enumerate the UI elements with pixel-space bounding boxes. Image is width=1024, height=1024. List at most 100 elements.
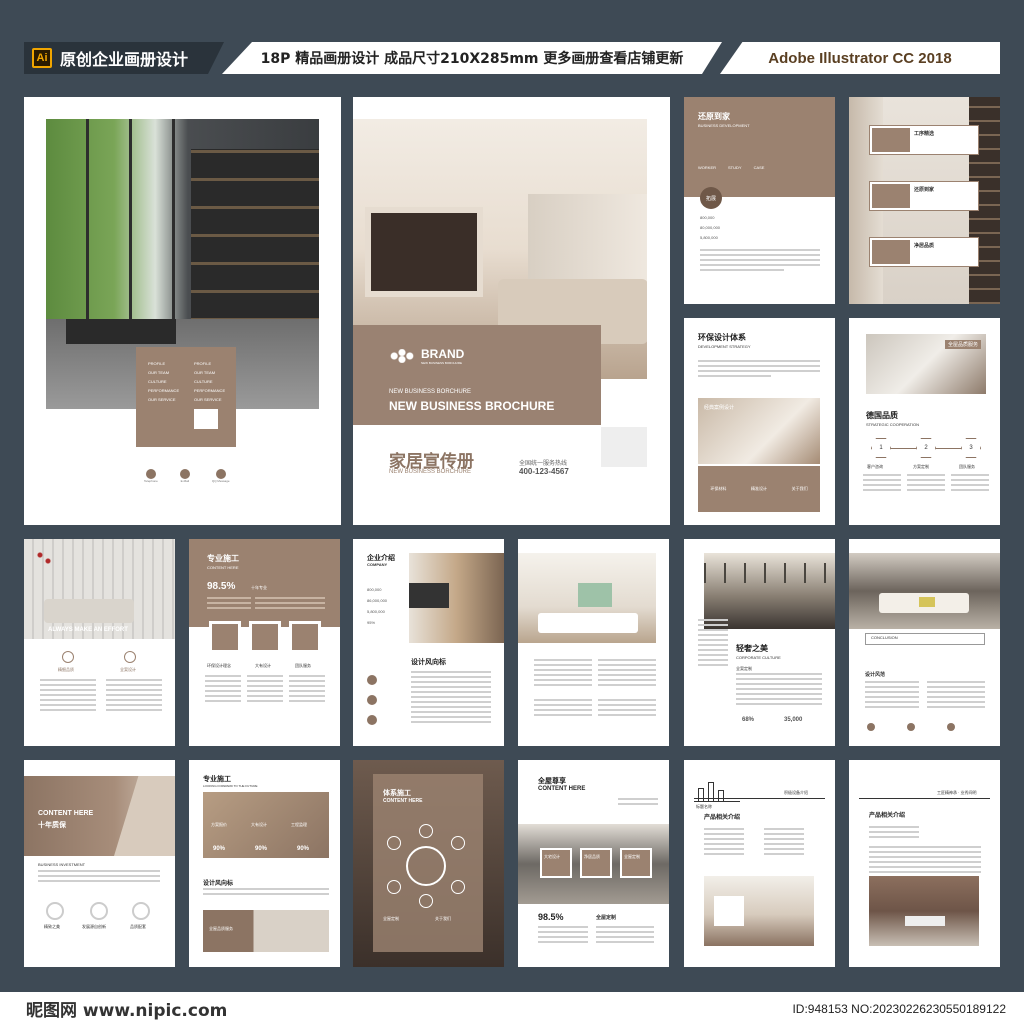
p14-section: 设计风向标: [203, 881, 234, 887]
p3-badge: 拓展: [700, 187, 722, 209]
brand-name: BRAND: [421, 347, 465, 361]
p17-spec-b: [764, 828, 804, 858]
step-3: 3: [961, 438, 981, 458]
p14-icon-2: 工程监理: [291, 822, 307, 827]
hotline-label: 全国统一服务热线: [519, 461, 568, 467]
contact-label-2: QQ Message: [211, 479, 230, 483]
p10-lines-c: [534, 699, 592, 719]
p8-pct-label: 十年专业: [251, 585, 267, 590]
p16-lines-b: [596, 926, 654, 946]
p9-dot-1: [367, 695, 377, 705]
p13-label-2: 品质配套: [130, 924, 146, 929]
menu-left-3: PERFORMANCE: [148, 388, 180, 393]
brand-lockup: BRAND NEW BUSINESS BORCHURE: [389, 347, 464, 365]
contact-label-0: Telephone: [144, 479, 158, 483]
menu-left-1: OUR TEAM: [148, 370, 170, 375]
p15-node-3: [419, 894, 433, 908]
p12-label: 设计风范: [865, 672, 886, 678]
page-8: 专业施工 CONTENT HERE 98.5% 十年专业 环保设计理念 大有设计…: [189, 539, 340, 746]
page-18: 工匠精神承 · 业秀间明 产品相关介绍: [849, 760, 1000, 967]
p14-icon-1: 大有设计: [251, 822, 267, 827]
p10-lines-a: [534, 659, 592, 689]
page-9: 企业介绍 COMPANY 800,000 86,000,000 5,800,00…: [353, 539, 504, 746]
p13-icon-1: [90, 902, 108, 920]
p14-sub: LOOKING FORWARD TO THE FUTURE: [203, 784, 258, 788]
p3-title: 还原到家: [698, 112, 730, 121]
header-title-segment: Ai 原创企业画册设计: [24, 42, 224, 74]
p3-tab-0: WORKER: [698, 165, 716, 170]
p3-stats: 800,000 80,000,000 5,800,000: [700, 215, 720, 240]
brand-tagline: NEW BUSINESS BORCHURE: [421, 361, 463, 365]
p5-icon-0: 环保材料: [710, 486, 727, 491]
p17-brand: 标题名称: [696, 804, 712, 809]
p16-sub: CONTENT HERE: [538, 786, 586, 792]
p8-pct: 98.5%: [207, 581, 236, 592]
p14-title: 专业施工: [203, 776, 231, 783]
page-15: 体系施工 CONTENT HERE 全屋定制 关于我们: [353, 760, 504, 967]
p18-lines-b: [869, 846, 981, 876]
contact-row: Telephone E-Mail QQ Message: [144, 469, 230, 483]
menu-right-3: PERFORMANCE: [194, 388, 226, 393]
p8-lines-a: [207, 597, 251, 612]
p18-right: 工匠精神承 · 业秀间明: [937, 790, 977, 795]
p9-dot-0: [367, 675, 377, 685]
p16-top-lines: [618, 798, 658, 808]
page-10: [518, 539, 669, 746]
p4-item-2: 净居品质: [869, 237, 979, 267]
p15-hub: [406, 846, 446, 886]
p9-num-2: 5,800,000: [367, 609, 385, 614]
menu-right-1: OUR TEAM: [194, 370, 216, 375]
p13-label-0: 精致之美: [44, 924, 60, 929]
p16-pct: 98.5%: [538, 912, 564, 922]
p16-box-2: 全屋定制: [620, 848, 652, 878]
page-13: CONTENT HERE 十年质保 BUSINESS INVESTMENT 精致…: [24, 760, 175, 967]
p6-sub: STRATEGIC COOPERATION: [866, 422, 919, 427]
menu-left-4: OUR SERVICE: [148, 397, 176, 402]
header-bar: Ai 原创企业画册设计 18P 精品画册设计 成品尺寸210X285mm 更多画…: [24, 42, 1000, 74]
p3-badge-label: 拓展: [705, 195, 716, 202]
p11-stat-0: 68%: [742, 717, 755, 723]
p9-lines: [411, 671, 491, 726]
p13-lines: [38, 870, 160, 885]
cover-cn-sub: NEW BUSINESS BORCHURE: [389, 469, 472, 475]
p17-kitchen-photo: [704, 876, 814, 946]
step-2: 2: [916, 438, 936, 458]
menu-right-2: CULTURE: [194, 379, 213, 384]
header-spec: 18P 精品画册设计 成品尺寸210X285mm 更多画册查看店铺更新: [222, 42, 722, 74]
page-cover: BRAND NEW BUSINESS BORCHURE NEW BUSINESS …: [353, 97, 670, 525]
p10-bedroom-photo: [518, 553, 656, 643]
hotline-number: 400-123-4567: [519, 467, 569, 476]
p11-dining-photo: [704, 553, 835, 629]
p6-title: 德国品质: [866, 411, 898, 420]
site-logo: 昵图网 www.nipic.com: [26, 1001, 228, 1021]
p14-pct-1: 90%: [255, 846, 268, 852]
menu-left-2: CULTURE: [148, 379, 167, 384]
p16-box-1: 净居品质: [580, 848, 612, 878]
p15-node-2: [451, 880, 465, 894]
p10-lines-b: [598, 659, 656, 689]
p9-num-3: 95%: [367, 620, 376, 625]
p15-node-4: [387, 880, 401, 894]
p14-icon-0: 方案报价: [211, 822, 227, 827]
p4-item-2-title: 净居品质: [914, 243, 935, 249]
brand-logo-icon: [389, 349, 415, 363]
chat-icon: [215, 469, 226, 479]
p15-label-0: 全屋定制: [383, 916, 399, 921]
p11-stat-1: 35,000: [784, 717, 803, 723]
p17-right: 积极设备介绍: [784, 790, 808, 795]
p13-cn: 十年质保: [38, 822, 66, 829]
phone-icon: [145, 469, 156, 479]
p3-sub: BUSINESS DEVELOPMENT: [698, 123, 750, 128]
p16-box-label-2: 全屋定制: [624, 854, 640, 859]
p7-lines-b: [106, 679, 162, 714]
p14-pct-2: 90%: [297, 846, 310, 852]
p7-label-1: 全案设计: [120, 667, 136, 672]
p9-dot-2: [367, 715, 377, 725]
p12-living-photo: [849, 553, 1000, 629]
p3-tab-1: STUDY: [728, 165, 742, 170]
p18-dining-photo: [869, 876, 979, 946]
p8-col-c: [289, 675, 325, 705]
p5-sub: DEVELOPMENT STRATEGY: [698, 344, 751, 349]
p9-photo: [409, 553, 504, 643]
header-software: Adobe Illustrator CC 2018: [720, 42, 1000, 74]
